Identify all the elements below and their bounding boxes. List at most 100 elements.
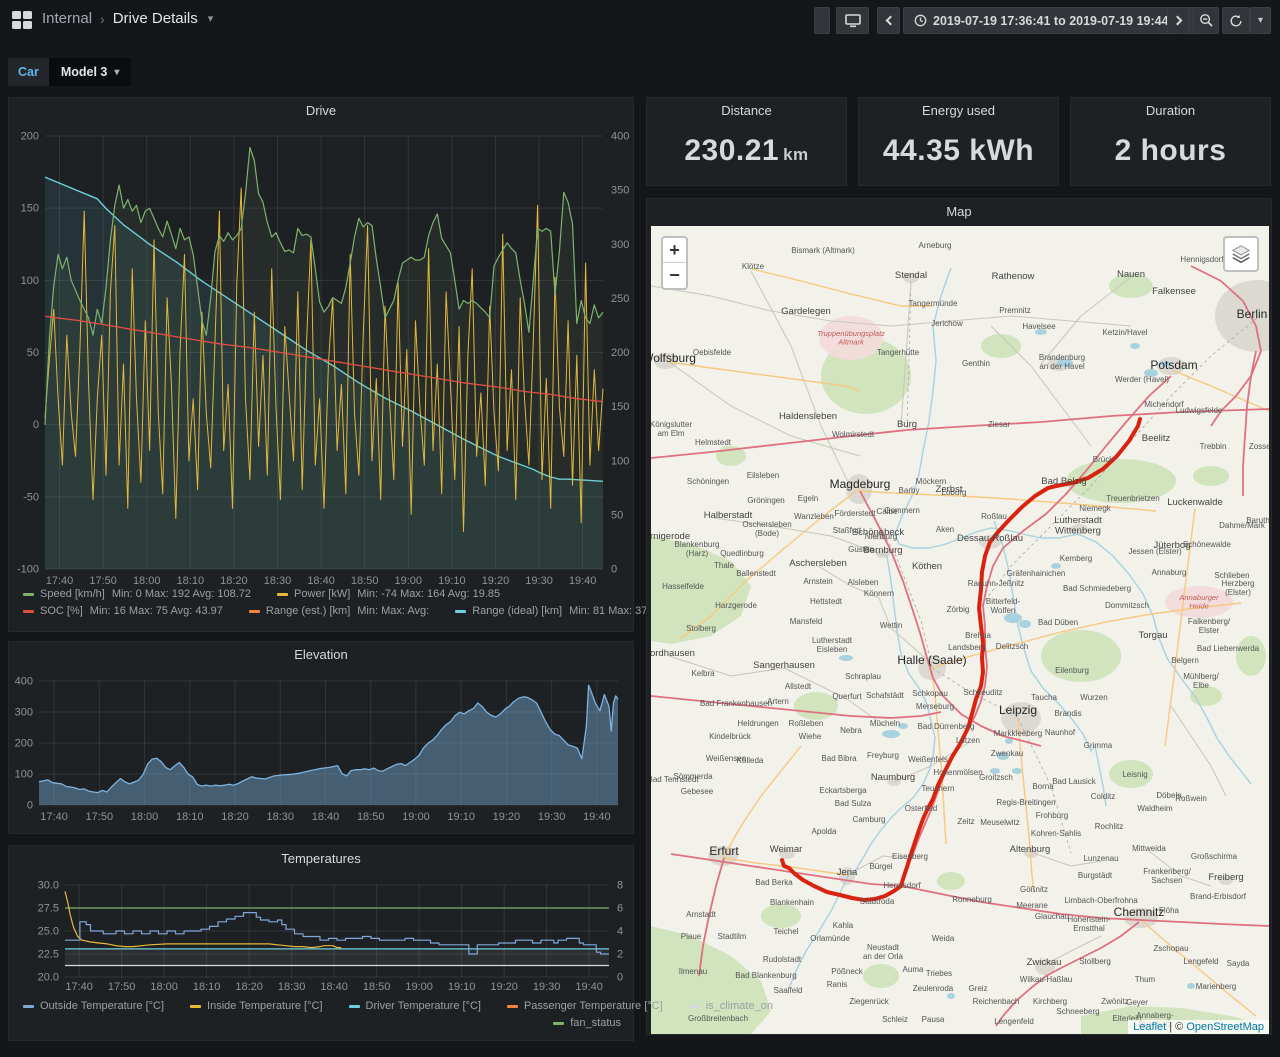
map-city-label: Luckenwalde — [1167, 497, 1222, 508]
map-city-label-line: Plaue — [681, 932, 702, 941]
map-city-label: Gräfenhainichen — [1007, 569, 1066, 578]
x-axis-tick-label: 18:30 — [266, 811, 294, 823]
map-zoom-control: + − — [661, 236, 688, 290]
y-axis-tick-label: 400 — [15, 676, 33, 688]
refresh-button[interactable] — [1222, 7, 1250, 34]
panel-title-duration[interactable]: Duration — [1071, 98, 1270, 122]
openstreetmap-link[interactable]: OpenStreetMap — [1186, 1021, 1264, 1033]
x-axis-tick-label: 19:40 — [583, 811, 611, 823]
map-canvas[interactable]: Klötze Bismark (Altmark) Arneburg Stendal Ra… — [651, 226, 1269, 1034]
map-city-label: Nienburg — [865, 532, 897, 541]
map-city-label-line: Königslutter — [651, 420, 692, 429]
map-city-label: Eilenburg — [1055, 666, 1089, 675]
breadcrumb-separator-icon: › — [100, 10, 105, 27]
legend-item[interactable]: Range (est.) [km] Min: Max: Avg: — [248, 605, 429, 617]
legend-item[interactable]: fan_status — [553, 1017, 621, 1029]
time-forward-button[interactable] — [1167, 7, 1190, 34]
legend-item[interactable]: Outside Temperature [°C] — [23, 1000, 164, 1012]
x-axis-tick-label: 18:50 — [351, 575, 379, 587]
map-city-label: Bernburg — [863, 545, 902, 556]
breadcrumb-page-title[interactable]: Drive Details — [113, 10, 198, 27]
legend-item[interactable]: Speed [km/h] Min: 0 Max: 192 Avg: 108.72 — [23, 588, 251, 600]
y-axis-tick-label: 22.5 — [38, 949, 59, 961]
map-city-label: Lengenfeld — [994, 1017, 1034, 1026]
map-city-label: Werder (Havel) — [1115, 375, 1169, 384]
panel-title-distance[interactable]: Distance — [647, 98, 846, 122]
y-axis-tick-label: 300 — [15, 707, 33, 719]
map-city-label-line: Wilkau-Haßlau — [1020, 975, 1072, 984]
legend-item[interactable]: Power [kW] Min: -74 Max: 164 Avg: 19.85 — [277, 588, 500, 600]
map-city-label: Zschopau — [1153, 944, 1188, 953]
map-city-label: Herzberg (Elster) — [1222, 579, 1255, 597]
map-city-label-line: Sömmerda — [673, 772, 713, 781]
map-city-label: Hermsdorf — [883, 881, 921, 890]
map-city-label: Weißenfels — [908, 755, 948, 764]
panel-title-energy-used[interactable]: Energy used — [859, 98, 1058, 122]
duration-value: 2 hours — [1114, 134, 1227, 167]
legend-item[interactable]: Passenger Temperature [°C] — [506, 1000, 663, 1012]
map-city-label-line: Wolmirstedt — [832, 430, 875, 439]
drive-chart-plot[interactable]: 200 150 100 50 0 -50 -100 400 350 300 250 200 150 100… — [9, 98, 635, 633]
map-city-label-line: Gräfenhainichen — [1007, 569, 1066, 578]
map-city-label-line: Querfurt — [832, 692, 862, 701]
time-range-picker[interactable]: 2019-07-19 17:36:41 to 2019-07-19 19:44:… — [903, 7, 1209, 34]
breadcrumb-section[interactable]: Internal — [42, 10, 92, 27]
map-city-label-line: Tangerhütte — [877, 348, 920, 357]
map-city-label-line: Apolda — [812, 827, 837, 836]
x-axis-tick-label: 18:20 — [220, 575, 248, 587]
grafana-menu-icon[interactable] — [12, 11, 32, 29]
panel-elevation: Elevation 400 300 200 100 0 17:40 17:50 18:00 18… — [8, 641, 634, 834]
map-city-label: Ballenstedt — [736, 569, 776, 578]
map-city-label-line: Stendal — [895, 270, 927, 281]
temperatures-chart-plot[interactable]: 30.0 27.5 25.0 22.5 20.0 8 6 4 2 0 17:40 17:50 18:00… — [9, 846, 635, 996]
map-city-label: Burg — [897, 419, 917, 430]
map-zoom-out-button[interactable]: − — [663, 263, 686, 288]
map-zoom-in-button[interactable]: + — [663, 238, 686, 263]
map-city-label-line: Treuenbrietzen — [1106, 494, 1160, 503]
map-city-label-line: Oebisfelde — [693, 348, 732, 357]
map-area-label-line: Altmark — [837, 338, 865, 347]
map-city-label-line: Chemnitz — [1114, 905, 1165, 919]
cycle-view-button[interactable] — [836, 7, 869, 34]
legend-item[interactable]: Driver Temperature [°C] — [348, 1000, 481, 1012]
map-forest — [937, 872, 965, 890]
time-back-button[interactable] — [877, 7, 900, 34]
x-axis-tick-label: 19:40 — [575, 981, 603, 993]
y-axis-tick-label: 200 — [15, 738, 33, 750]
legend-item[interactable]: SOC [%] Min: 16 Max: 75 Avg: 43.97 — [23, 605, 223, 617]
leaflet-map[interactable]: + − Leaflet | © OpenStreetMap Klötze Bism… — [651, 226, 1269, 1034]
map-city-label-line: Sayda — [1227, 959, 1250, 968]
map-city-label: Arnstadt — [686, 910, 717, 919]
map-city-label: Brück — [1093, 455, 1114, 464]
legend-item[interactable]: is_climate_on — [688, 1000, 773, 1012]
map-city-label: Brand-Erbisdorf — [1190, 892, 1247, 901]
refresh-interval-dropdown[interactable]: ▾ — [1250, 7, 1271, 34]
map-city-label-line: Wittenberg — [1055, 526, 1101, 537]
map-city-label-line: Saalfeld — [774, 986, 803, 995]
legend-item[interactable]: Inside Temperature [°C] — [190, 1000, 323, 1012]
map-city-label-line: Altenburg — [1010, 844, 1051, 855]
leaflet-link[interactable]: Leaflet — [1133, 1021, 1166, 1033]
variable-car-select[interactable]: Model 3 ▾ — [48, 58, 132, 86]
chevron-down-icon[interactable]: ▾ — [208, 12, 214, 25]
panel-title-map[interactable]: Map — [647, 199, 1271, 223]
map-city-label-line: Colditz — [1091, 792, 1115, 801]
map-city-label-line: Elster — [1199, 626, 1220, 635]
x-axis-tick-label: 18:50 — [363, 981, 391, 993]
map-city-label-line: Lutherstadt — [1054, 515, 1102, 526]
map-layers-button[interactable] — [1223, 236, 1259, 272]
map-city-label-line: Stolberg — [686, 624, 716, 633]
map-city-label-line: Bitterfeld- — [986, 597, 1021, 606]
map-city-label-line: Potsdam — [1150, 358, 1197, 372]
map-city-label-line: Großschirma — [1191, 852, 1238, 861]
panel-drive: Drive 200 150 100 50 0 -50 -100 400 350 300 250 200… — [8, 97, 699, 633]
y-axis-tick-label: 150 — [21, 203, 39, 215]
legend-series-color — [23, 609, 34, 613]
map-city-label-line: Markkleeberg — [994, 729, 1042, 738]
map-lake — [1130, 343, 1140, 349]
time-range-text: 2019-07-19 17:36:41 to 2019-07-19 19:44:… — [933, 13, 1187, 28]
elevation-chart-plot[interactable]: 400 300 200 100 0 17:40 17:50 18:00 18:10 18:20 18… — [9, 642, 635, 835]
zoom-out-time-button[interactable] — [1193, 7, 1219, 34]
map-city-label: Bitterfeld-Wolfen — [986, 597, 1021, 615]
panel-tools-button[interactable] — [814, 7, 830, 34]
